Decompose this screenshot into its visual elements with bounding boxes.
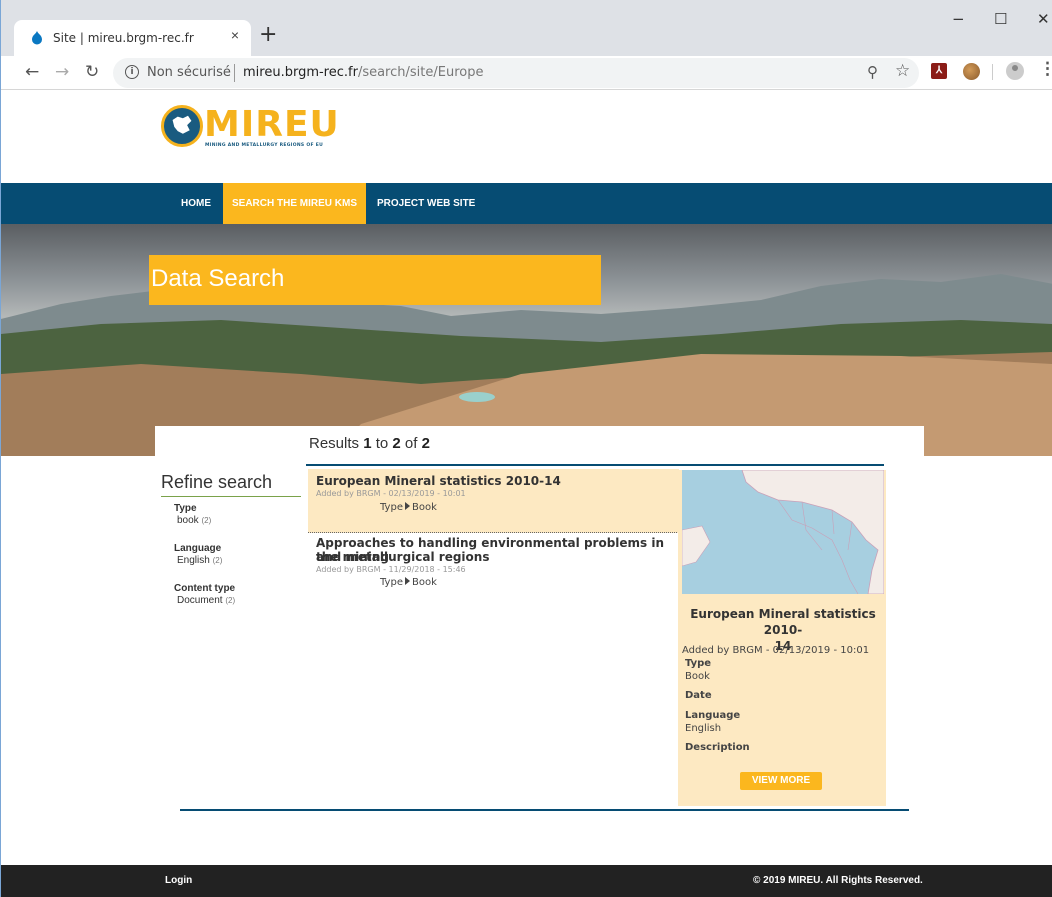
bookmark-star-icon[interactable]: ☆	[895, 61, 910, 81]
search-content: Results 1 to 2 of 2 Refine search Type b…	[155, 426, 924, 816]
view-more-button[interactable]: VIEW MORE	[740, 772, 822, 790]
refine-search-heading: Refine search	[161, 472, 273, 492]
results-from: 1	[363, 435, 372, 452]
logo-wordmark: MIREU	[204, 104, 340, 145]
result-type-value: Book	[411, 577, 437, 588]
info-icon[interactable]: i	[125, 65, 139, 79]
url-text[interactable]: mireu.brgm-rec.fr/search/site/Europe	[243, 65, 483, 80]
nav-home[interactable]: HOME	[172, 183, 220, 224]
facet-count: (2)	[201, 516, 212, 525]
tab-title: Site | mireu.brgm-rec.fr	[53, 31, 194, 45]
result-title-line2[interactable]: and metallurgical regions	[316, 550, 489, 564]
reload-icon[interactable]: ↻	[85, 62, 99, 82]
result-type-value: Book	[411, 502, 437, 513]
address-bar[interactable]: i Non sécurisé mireu.brgm-rec.fr/search/…	[113, 58, 919, 88]
detail-meta: Added by BRGM - 02/13/2019 - 10:01	[682, 645, 870, 656]
detail-type-label: Type	[685, 658, 712, 669]
facet-content-type-document[interactable]: Document (2)	[177, 595, 235, 606]
result-title[interactable]: European Mineral statistics 2010-14	[316, 474, 561, 488]
results-to: 2	[392, 435, 401, 452]
back-icon[interactable]: ←	[25, 62, 39, 82]
result-type: Type Book	[380, 502, 437, 513]
result-meta: Added by BRGM - 02/13/2019 - 10:01	[316, 489, 466, 498]
nav-project-web-site[interactable]: PROJECT WEB SITE	[368, 183, 484, 224]
results-divider	[306, 464, 884, 466]
facet-type-book[interactable]: book (2)	[177, 515, 211, 526]
page-footer: Login © 2019 MIREU. All Rights Reserved.	[1, 865, 1052, 897]
maximize-icon[interactable]: ☐	[994, 10, 1007, 28]
result-item-selected[interactable]: European Mineral statistics 2010-14 Adde…	[308, 469, 679, 533]
result-detail-panel: European Mineral statistics 2010- 14 Add…	[678, 470, 886, 806]
caret-right-icon	[404, 502, 410, 510]
close-window-icon[interactable]: ✕	[1037, 10, 1050, 28]
page-title-banner: Data Search	[149, 255, 601, 305]
facet-count: (2)	[212, 556, 223, 565]
nav-search-kms[interactable]: SEARCH THE MIREU KMS	[223, 183, 367, 224]
copyright-text: © 2019 MIREU. All Rights Reserved.	[753, 875, 923, 886]
browser-window: Site | mireu.brgm-rec.fr × + − ☐ ✕ ← → ↻…	[0, 0, 1052, 897]
content-bottom-divider	[180, 809, 909, 811]
page-title: Data Search	[151, 265, 285, 292]
result-type-label: Type	[380, 577, 403, 588]
forward-icon[interactable]: →	[55, 62, 69, 82]
detail-title-line1: European Mineral statistics 2010-	[690, 607, 876, 637]
refine-divider	[161, 496, 301, 497]
url-host: mireu.brgm-rec.fr	[243, 65, 358, 80]
tab-close-icon[interactable]: ×	[226, 27, 244, 43]
logo-subtitle: MINING AND METALLURGY REGIONS OF EU	[205, 143, 324, 148]
caret-right-icon	[404, 577, 410, 585]
main-navigation: HOME SEARCH THE MIREU KMS PROJECT WEB SI…	[1, 183, 1052, 224]
login-link[interactable]: Login	[165, 875, 192, 886]
web-page: MIREU MINING AND METALLURGY REGIONS OF E…	[1, 90, 1052, 897]
site-logo[interactable]: MIREU MINING AND METALLURGY REGIONS OF E…	[161, 103, 339, 153]
result-item[interactable]: Approaches to handling environmental pro…	[308, 534, 679, 598]
browser-toolbar: ← → ↻ i Non sécurisé mireu.brgm-rec.fr/s…	[1, 56, 1052, 90]
facet-count: (2)	[225, 596, 236, 605]
results-summary: Results 1 to 2 of 2	[309, 435, 430, 452]
drupal-favicon-icon	[32, 31, 42, 45]
facet-language-heading: Language	[174, 543, 222, 554]
results-of-word: of	[400, 435, 422, 452]
tab-strip: Site | mireu.brgm-rec.fr × + − ☐ ✕	[1, 0, 1052, 56]
divider	[234, 64, 235, 82]
facet-language-english[interactable]: English (2)	[177, 555, 222, 566]
facet-content-type-heading: Content type	[174, 583, 236, 594]
divider	[992, 64, 993, 80]
url-path: /search/site/Europe	[357, 65, 484, 80]
africa-map-image	[682, 470, 884, 594]
facet-value: English	[177, 555, 210, 566]
results-total: 2	[421, 435, 430, 452]
result-type-label: Type	[380, 502, 403, 513]
europe-globe-icon	[161, 105, 203, 147]
results-to-word: to	[371, 435, 393, 452]
result-meta: Added by BRGM - 11/29/2018 - 15:46	[316, 565, 466, 574]
cookie-extension-icon[interactable]	[963, 63, 980, 80]
security-label: Non sécurisé	[147, 65, 231, 80]
browser-menu-icon[interactable]: ⋮	[1039, 59, 1052, 79]
facet-value: book	[177, 515, 199, 526]
detail-type-value: Book	[685, 671, 710, 682]
hero-banner: Data Search	[1, 224, 1052, 456]
minimize-icon[interactable]: −	[952, 10, 965, 28]
facet-type-heading: Type	[174, 503, 197, 514]
map-preview[interactable]	[682, 470, 884, 594]
profile-avatar-icon[interactable]	[1006, 62, 1024, 80]
browser-tab[interactable]: Site | mireu.brgm-rec.fr ×	[14, 20, 251, 56]
result-type: Type Book	[380, 577, 437, 588]
detail-language-label: Language	[685, 710, 741, 721]
results-prefix: Results	[309, 435, 364, 452]
detail-date-label: Date	[685, 690, 712, 701]
detail-description-label: Description	[685, 742, 750, 753]
zoom-icon[interactable]: ⚲	[867, 63, 878, 81]
detail-language-value: English	[685, 723, 722, 734]
facet-value: Document	[177, 595, 223, 606]
pdf-extension-icon[interactable]: ⅄	[931, 63, 947, 79]
new-tab-button[interactable]: +	[259, 22, 277, 47]
